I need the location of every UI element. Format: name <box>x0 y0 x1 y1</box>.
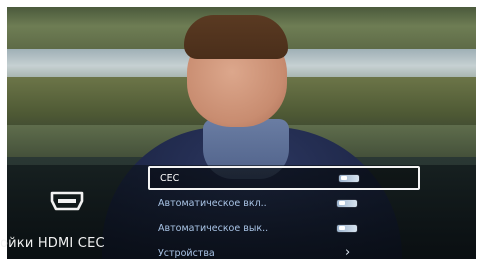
menu-item-label: CEC <box>160 172 180 184</box>
auto-on-toggle[interactable] <box>337 199 357 207</box>
menu-item-label: Автоматическое вык.. <box>158 222 269 234</box>
chevron-right-icon: › <box>345 245 351 260</box>
presenter-hair <box>184 15 288 59</box>
menu-item-auto-off[interactable]: Автоматическое вык.. <box>148 216 420 240</box>
menu-item-devices[interactable]: Устройства › <box>148 241 420 265</box>
hdmi-port-icon-graphic <box>50 191 84 211</box>
menu-item-auto-on[interactable]: Автоматическое вкл.. <box>148 191 420 215</box>
menu-item-cec[interactable]: CEC <box>148 166 420 190</box>
auto-off-toggle[interactable] <box>337 224 357 232</box>
panel-title: ойки HDMI CEC <box>0 236 105 251</box>
cec-toggle[interactable] <box>339 174 359 182</box>
menu-item-label: Устройства <box>158 247 215 259</box>
hdmi-port-icon <box>49 190 85 212</box>
cec-settings-menu: CEC Автоматическое вкл.. Автоматическое … <box>148 166 420 266</box>
menu-item-label: Автоматическое вкл.. <box>158 197 267 209</box>
